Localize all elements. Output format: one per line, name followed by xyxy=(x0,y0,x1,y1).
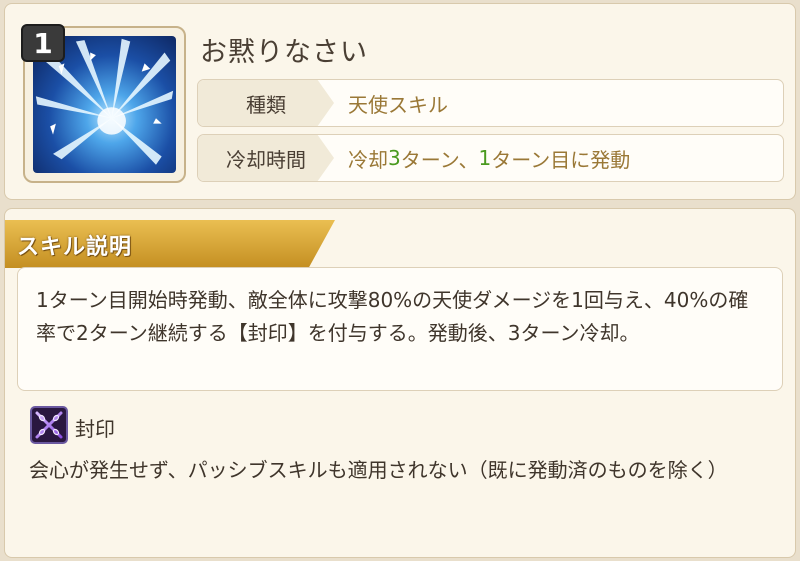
status-effect-description: 会心が発生せず、パッシブスキルも適用されない（既に発動済のものを除く） xyxy=(29,458,728,482)
skill-icon-frame: 1 xyxy=(21,24,186,183)
cooldown-turns-number: 3 xyxy=(388,146,401,170)
cooldown-value: 冷却 3 ターン、 1 ターン目に発動 xyxy=(348,135,630,181)
cooldown-label: 冷却時間 xyxy=(198,135,334,181)
status-effect-name: 封印 xyxy=(75,417,115,441)
section-ribbon: スキル説明 xyxy=(5,220,335,268)
section-title: スキル説明 xyxy=(17,235,133,260)
crossed-chains-icon xyxy=(30,406,68,444)
cooldown-text-middle: ターン、 xyxy=(400,147,479,172)
skill-type-label: 種類 xyxy=(198,80,334,126)
cooldown-text-suffix: ターン目に発動 xyxy=(491,147,631,172)
skill-header-panel: 1 お黙りなさい 種類 天使スキル 冷却時間 冷却 3 ターン、 1 ターン目に発動 xyxy=(4,3,796,200)
activation-turn-number: 1 xyxy=(478,146,492,170)
skill-name: お黙りなさい xyxy=(200,37,368,68)
skill-level-badge: 1 xyxy=(21,24,65,62)
cooldown-row: 冷却時間 冷却 3 ターン、 1 ターン目に発動 xyxy=(197,134,784,182)
skill-description-panel: スキル説明 1ターン目開始時発動、敵全体に攻撃80%の天使ダメージを1回与え、4… xyxy=(4,208,796,558)
skill-description-text: 1ターン目開始時発動、敵全体に攻撃80%の天使ダメージを1回与え、40%の確率で… xyxy=(17,267,783,391)
skill-type-value: 天使スキル xyxy=(348,92,448,117)
skill-type-row: 種類 天使スキル xyxy=(197,79,784,127)
cooldown-text-prefix: 冷却 xyxy=(348,147,388,172)
